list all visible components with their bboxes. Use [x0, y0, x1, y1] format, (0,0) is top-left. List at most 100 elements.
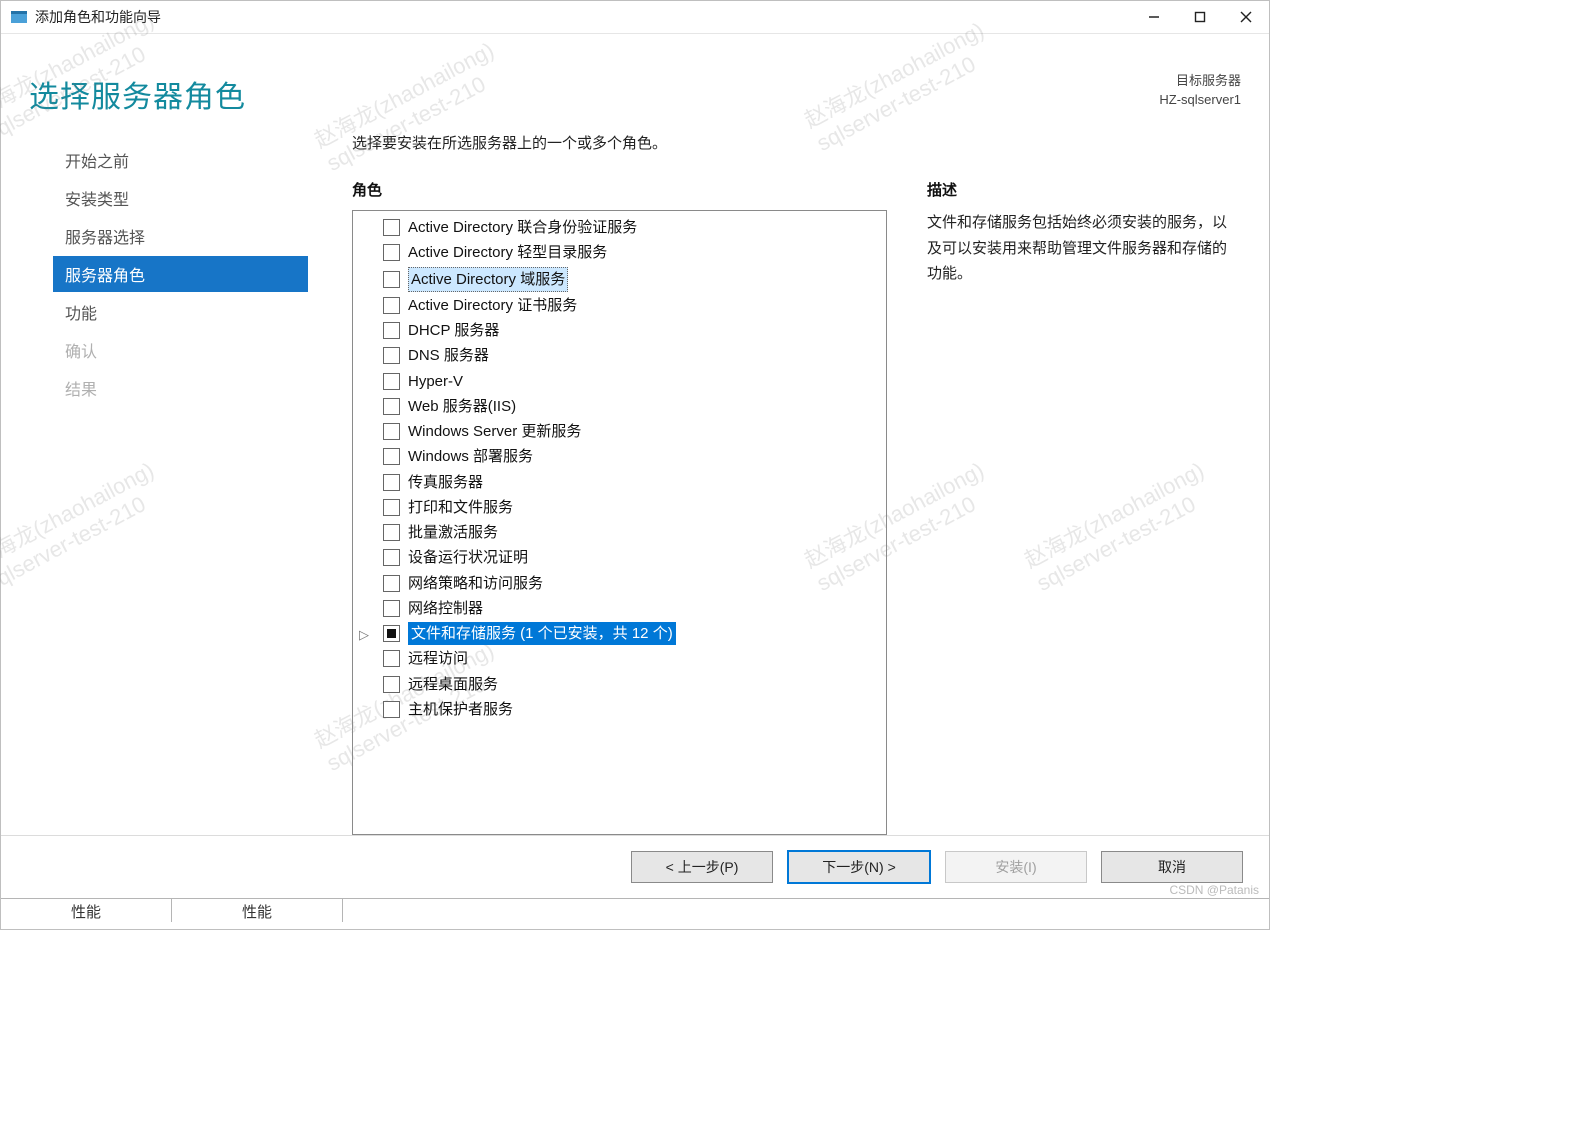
role-label: 打印和文件服务	[408, 496, 513, 519]
role-label: 远程访问	[408, 647, 468, 670]
target-server-label: 目标服务器	[1159, 72, 1241, 91]
wizard-window: 赵海龙(zhaohailong) sqlserver-test-210 赵海龙(…	[0, 0, 1270, 930]
roles-column: 角色 Active Directory 联合身份验证服务Active Direc…	[352, 179, 887, 835]
titlebar: 添加角色和功能向导	[1, 1, 1269, 34]
role-item[interactable]: 设备运行状况证明	[379, 545, 882, 570]
nav-steps: 开始之前安装类型服务器选择服务器角色功能确认结果	[1, 126, 308, 835]
role-checkbox[interactable]	[383, 244, 400, 261]
role-checkbox[interactable]	[383, 701, 400, 718]
role-label: 网络策略和访问服务	[408, 572, 543, 595]
role-item[interactable]: 传真服务器	[379, 470, 882, 495]
page-title: 选择服务器角色	[29, 72, 246, 116]
columns: 角色 Active Directory 联合身份验证服务Active Direc…	[352, 179, 1241, 835]
header: 选择服务器角色 目标服务器 HZ-sqlserver1	[1, 34, 1269, 126]
role-label: DHCP 服务器	[408, 319, 499, 342]
role-item[interactable]: DHCP 服务器	[379, 318, 882, 343]
role-label: 远程桌面服务	[408, 673, 498, 696]
role-item[interactable]: 网络控制器	[379, 596, 882, 621]
maximize-button[interactable]	[1177, 1, 1223, 33]
role-label: 批量激活服务	[408, 521, 498, 544]
role-checkbox[interactable]	[383, 297, 400, 314]
role-label: Active Directory 轻型目录服务	[408, 241, 607, 264]
role-item[interactable]: Active Directory 证书服务	[379, 293, 882, 318]
role-checkbox[interactable]	[383, 219, 400, 236]
role-checkbox[interactable]	[383, 650, 400, 667]
nav-step[interactable]: 开始之前	[53, 142, 308, 178]
role-checkbox[interactable]	[383, 625, 400, 642]
role-item[interactable]: Active Directory 联合身份验证服务	[379, 215, 882, 240]
role-item[interactable]: 打印和文件服务	[379, 495, 882, 520]
role-label: 文件和存储服务 (1 个已安装，共 12 个)	[408, 622, 676, 645]
role-label: 主机保护者服务	[408, 698, 513, 721]
role-label: 传真服务器	[408, 471, 483, 494]
nav-step[interactable]: 服务器选择	[53, 218, 308, 254]
footer: < 上一步(P) 下一步(N) > 安装(I) 取消	[1, 835, 1269, 898]
role-item[interactable]: 远程访问	[379, 646, 882, 671]
minimize-button[interactable]	[1131, 1, 1177, 33]
role-checkbox[interactable]	[383, 398, 400, 415]
close-button[interactable]	[1223, 1, 1269, 33]
role-item[interactable]: Hyper-V	[379, 369, 882, 394]
role-item[interactable]: Web 服务器(IIS)	[379, 394, 882, 419]
main: 选择要安装在所选服务器上的一个或多个角色。 角色 Active Director…	[308, 126, 1241, 835]
role-checkbox[interactable]	[383, 373, 400, 390]
nav-step[interactable]: 安装类型	[53, 180, 308, 216]
role-checkbox[interactable]	[383, 549, 400, 566]
role-item[interactable]: 网络策略和访问服务	[379, 571, 882, 596]
role-checkbox[interactable]	[383, 347, 400, 364]
target-server-name: HZ-sqlserver1	[1159, 91, 1241, 110]
role-label: Web 服务器(IIS)	[408, 395, 516, 418]
prev-button[interactable]: < 上一步(P)	[631, 851, 773, 883]
target-server-info: 目标服务器 HZ-sqlserver1	[1159, 72, 1241, 110]
role-checkbox[interactable]	[383, 499, 400, 516]
role-checkbox[interactable]	[383, 474, 400, 491]
body: 开始之前安装类型服务器选择服务器角色功能确认结果 选择要安装在所选服务器上的一个…	[1, 126, 1269, 835]
roles-heading: 角色	[352, 179, 887, 200]
app-icon	[11, 9, 27, 25]
role-checkbox[interactable]	[383, 676, 400, 693]
role-item[interactable]: ▷文件和存储服务 (1 个已安装，共 12 个)	[379, 621, 882, 646]
role-label: Active Directory 联合身份验证服务	[408, 216, 637, 239]
role-item[interactable]: DNS 服务器	[379, 343, 882, 368]
window-title: 添加角色和功能向导	[35, 7, 1131, 27]
role-label: DNS 服务器	[408, 344, 489, 367]
role-checkbox[interactable]	[383, 575, 400, 592]
role-item[interactable]: Windows Server 更新服务	[379, 419, 882, 444]
roles-listbox: Active Directory 联合身份验证服务Active Director…	[352, 210, 887, 835]
nav-step: 确认	[53, 332, 308, 368]
role-checkbox[interactable]	[383, 524, 400, 541]
role-item[interactable]: 主机保护者服务	[379, 697, 882, 722]
role-label: Windows Server 更新服务	[408, 420, 581, 443]
role-item[interactable]: 批量激活服务	[379, 520, 882, 545]
role-label: 网络控制器	[408, 597, 483, 620]
credit-text: CSDN @Patanis	[1169, 883, 1259, 897]
next-button[interactable]: 下一步(N) >	[787, 850, 931, 884]
nav-step: 结果	[53, 370, 308, 406]
instruction-text: 选择要安装在所选服务器上的一个或多个角色。	[352, 132, 1241, 153]
role-label: Windows 部署服务	[408, 445, 533, 468]
role-checkbox[interactable]	[383, 600, 400, 617]
bg-cell: 性能	[1, 899, 172, 922]
description-heading: 描述	[927, 179, 1241, 200]
role-label: 设备运行状况证明	[408, 546, 528, 569]
role-checkbox[interactable]	[383, 322, 400, 339]
expand-icon[interactable]: ▷	[359, 625, 369, 645]
role-item[interactable]: Windows 部署服务	[379, 444, 882, 469]
roles-list[interactable]: Active Directory 联合身份验证服务Active Director…	[353, 211, 886, 834]
nav-step[interactable]: 服务器角色	[53, 256, 308, 292]
description-text: 文件和存储服务包括始终必须安装的服务，以及可以安装用来帮助管理文件服务器和存储的…	[927, 210, 1241, 287]
role-checkbox[interactable]	[383, 448, 400, 465]
bg-cell: 性能	[172, 899, 343, 922]
description-column: 描述 文件和存储服务包括始终必须安装的服务，以及可以安装用来帮助管理文件服务器和…	[927, 179, 1241, 835]
install-button: 安装(I)	[945, 851, 1087, 883]
role-item[interactable]: 远程桌面服务	[379, 672, 882, 697]
role-item[interactable]: Active Directory 轻型目录服务	[379, 240, 882, 265]
role-checkbox[interactable]	[383, 423, 400, 440]
role-label: Active Directory 域服务	[408, 267, 568, 292]
role-label: Hyper-V	[408, 370, 463, 393]
cancel-button[interactable]: 取消	[1101, 851, 1243, 883]
background-strip: 性能 性能	[1, 898, 1269, 929]
role-item[interactable]: Active Directory 域服务	[379, 266, 882, 293]
role-checkbox[interactable]	[383, 271, 400, 288]
nav-step[interactable]: 功能	[53, 294, 308, 330]
